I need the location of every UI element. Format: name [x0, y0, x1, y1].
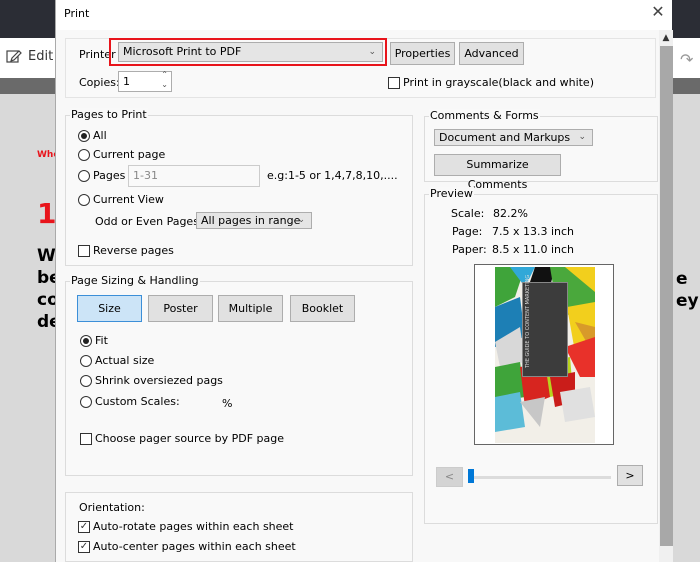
radio-all[interactable]: All [78, 129, 107, 142]
radio-pages[interactable]: Pages [78, 169, 125, 182]
page-size-value: 7.5 x 13.3 inch [492, 225, 575, 238]
radio-circle[interactable] [78, 129, 90, 142]
auto-rotate-label: Auto-rotate pages within each sheet [93, 520, 294, 533]
radio-custom-scales-label: Custom Scales: [95, 395, 180, 408]
preview-title: Preview [429, 187, 474, 200]
page-sizing-title: Page Sizing & Handling [70, 274, 200, 287]
tab-poster[interactable]: Poster [148, 295, 213, 322]
comments-selected: Document and Markups [439, 131, 571, 144]
summarize-comments-button[interactable]: Summarize Comments [434, 154, 561, 191]
radio-custom-scales[interactable]: Custom Scales: [80, 395, 180, 408]
radio-current-page-label: Current page [93, 148, 166, 161]
grayscale-label: Print in grayscale(black and white) [403, 76, 594, 89]
chevron-down-icon: ⌄ [578, 132, 586, 142]
paper-source-checkbox[interactable]: Choose pager source by PDF page [80, 432, 284, 445]
radio-shrink[interactable]: Shrink oversiezed pags [80, 374, 223, 387]
radio-circle[interactable] [80, 374, 92, 387]
paper-source-label: Choose pager source by PDF page [95, 432, 285, 445]
checkbox-box[interactable] [388, 76, 400, 89]
radio-fit[interactable]: Fit [80, 334, 108, 347]
tab-booklet[interactable]: Booklet [290, 295, 355, 322]
radio-actual-size-label: Actual size [95, 354, 155, 367]
copies-label: Copies: [79, 76, 120, 89]
doc-body-text-right: e ey [676, 268, 699, 312]
chevron-down-icon: ⌄ [297, 215, 305, 225]
grayscale-checkbox[interactable]: Print in grayscale(black and white) [388, 76, 594, 89]
edit-label: Edit [28, 48, 54, 64]
next-page-button[interactable]: > [617, 465, 643, 486]
radio-shrink-label: Shrink oversiezed pags [95, 374, 223, 387]
reverse-pages-checkbox[interactable]: Reverse pages [78, 244, 174, 257]
tab-multiple[interactable]: Multiple [218, 295, 283, 322]
page-slider-thumb[interactable] [468, 469, 474, 483]
prev-page-button[interactable]: < [436, 467, 463, 487]
cover-image: THE GUIDE TO CONTENT MARKETING [495, 267, 595, 443]
dialog-title: Print [64, 7, 90, 20]
edit-button[interactable]: Edit [6, 48, 53, 64]
printer-select[interactable]: Microsoft Print to PDF ⌄ [118, 42, 383, 62]
odd-even-select[interactable]: All pages in range ⌄ [196, 212, 312, 229]
checkbox-box[interactable] [78, 244, 90, 257]
cover-title-box: THE GUIDE TO CONTENT MARKETING [522, 275, 568, 377]
doc-heading-number: 1 [37, 197, 57, 230]
odd-even-selected: All pages in range [201, 214, 301, 227]
paper-size-value: 8.5 x 11.0 inch [492, 243, 575, 256]
radio-circle[interactable] [80, 395, 92, 408]
pages-hint: e.g:1-5 or 1,4,7,8,10,.... [267, 169, 398, 182]
paper-size-label: Paper: [452, 243, 487, 256]
scroll-up-icon[interactable]: ▲ [659, 30, 673, 46]
advanced-button[interactable]: Advanced [459, 42, 524, 65]
auto-center-label: Auto-center pages within each sheet [93, 540, 296, 553]
cover-title-text: THE GUIDE TO CONTENT MARKETING [525, 274, 531, 368]
radio-circle[interactable] [80, 354, 92, 367]
doc-line: ey [676, 291, 699, 311]
orientation-title: Orientation: [79, 501, 145, 514]
percent-sign: % [222, 397, 233, 410]
copies-input[interactable]: 1 ⌃ ⌄ [118, 70, 172, 92]
edit-icon [6, 50, 22, 63]
radio-current-view[interactable]: Current View [78, 193, 164, 206]
scale-label: Scale: [451, 207, 485, 220]
spinner-icon[interactable]: ⌃ ⌄ [161, 70, 168, 90]
properties-button[interactable]: Properties [390, 42, 455, 65]
chevron-down-icon: ⌄ [368, 47, 376, 57]
redo-icon[interactable]: ↷ [680, 50, 693, 69]
auto-rotate-checkbox[interactable]: ✓ Auto-rotate pages within each sheet [78, 520, 294, 533]
odd-even-label: Odd or Even Pages: [95, 215, 203, 228]
printer-selected-value: Microsoft Print to PDF [123, 45, 242, 58]
radio-actual-size[interactable]: Actual size [80, 354, 154, 367]
doc-line: e [676, 269, 688, 289]
page-preview: THE GUIDE TO CONTENT MARKETING [474, 264, 614, 445]
radio-all-label: All [93, 129, 107, 142]
radio-fit-label: Fit [95, 334, 108, 347]
scrollbar-thumb[interactable] [660, 46, 673, 546]
radio-current-page[interactable]: Current page [78, 148, 165, 161]
reverse-pages-label: Reverse pages [93, 244, 174, 257]
page-slider-track[interactable] [471, 476, 611, 479]
dialog-scrollbar[interactable]: ▲ [659, 30, 673, 562]
scale-value: 82.2% [493, 207, 528, 220]
close-icon[interactable]: ✕ [650, 4, 666, 20]
radio-pages-label: Pages [93, 169, 126, 182]
radio-circle[interactable] [80, 334, 92, 347]
check-icon[interactable]: ✓ [78, 520, 90, 533]
radio-circle[interactable] [78, 169, 90, 182]
comments-select[interactable]: Document and Markups ⌄ [434, 129, 593, 146]
checkbox-box[interactable] [80, 432, 92, 445]
pages-range-input[interactable]: 1-31 [128, 165, 260, 187]
pages-to-print-title: Pages to Print [70, 108, 148, 121]
page-size-label: Page: [452, 225, 483, 238]
auto-center-checkbox[interactable]: ✓ Auto-center pages within each sheet [78, 540, 296, 553]
radio-circle[interactable] [78, 148, 90, 161]
radio-circle[interactable] [78, 193, 90, 206]
comments-forms-title: Comments & Forms [429, 109, 540, 122]
radio-current-view-label: Current View [93, 193, 164, 206]
copies-value: 1 [123, 75, 130, 88]
check-icon[interactable]: ✓ [78, 540, 90, 553]
tab-size[interactable]: Size [77, 295, 142, 322]
